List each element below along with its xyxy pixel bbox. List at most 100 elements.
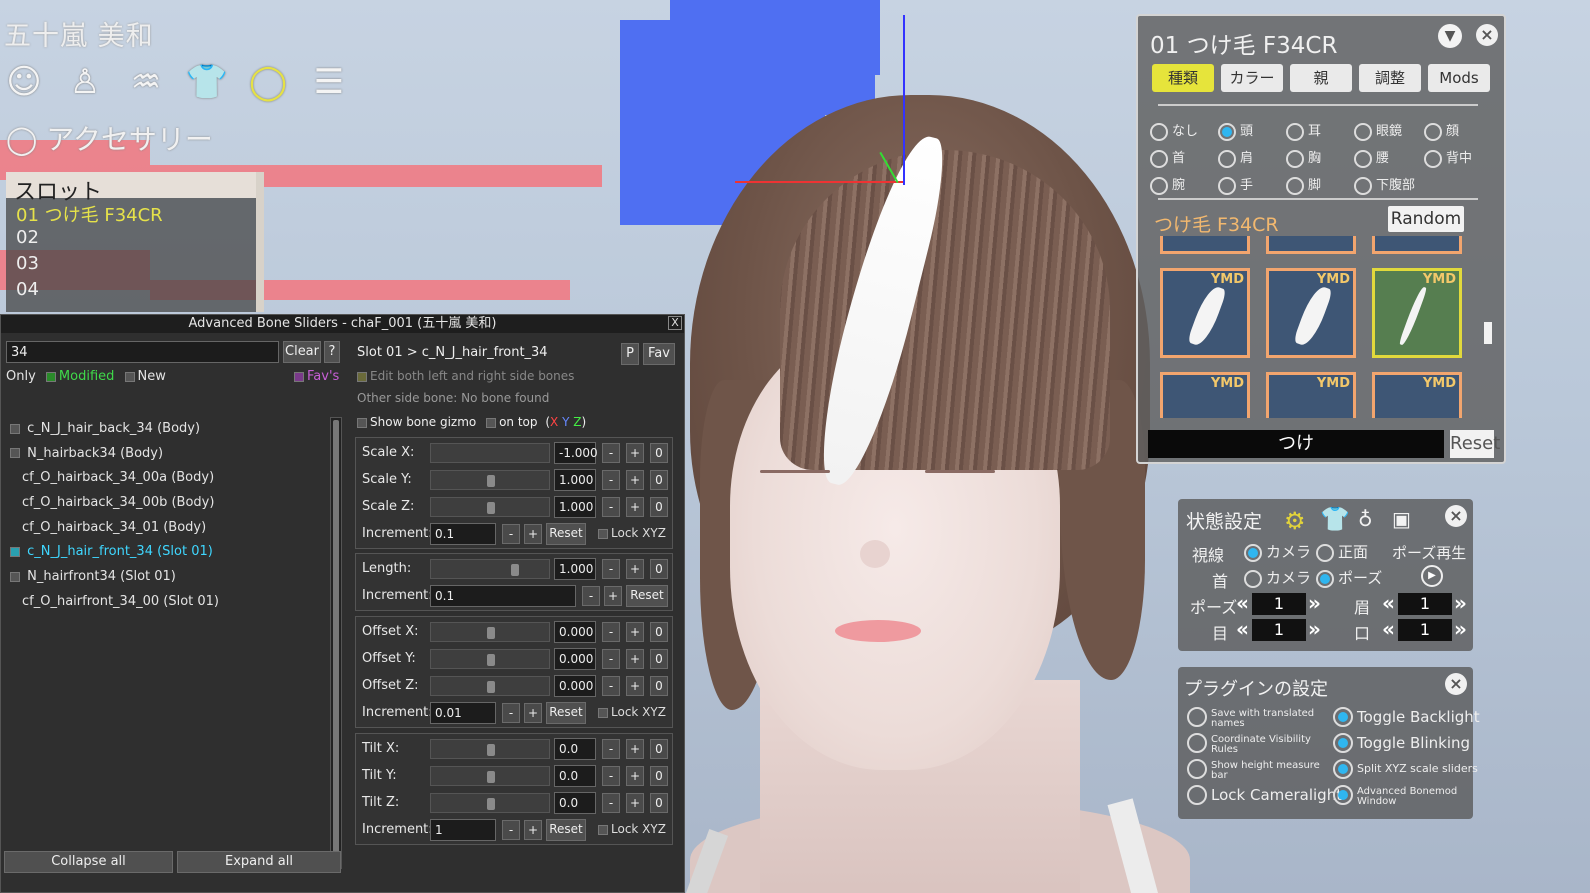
slot-item[interactable]: 02 <box>6 224 264 250</box>
face-icon[interactable]: ☺ <box>4 60 44 104</box>
item-thumbnail[interactable]: YMD <box>1160 268 1250 358</box>
prev-arrow-icon[interactable]: « <box>1236 591 1249 615</box>
item-thumbnail-selected[interactable]: YMD <box>1372 268 1462 358</box>
plugin-toggle[interactable]: Advanced Bonemod Window <box>1333 785 1471 807</box>
decrement-button[interactable]: - <box>502 820 520 840</box>
increment-button[interactable]: + <box>626 559 644 579</box>
tab-adjust[interactable]: 調整 <box>1359 64 1421 92</box>
prev-arrow-icon[interactable]: « <box>1382 617 1395 641</box>
increment-button[interactable]: + <box>626 497 644 517</box>
decrement-button[interactable]: - <box>582 586 600 606</box>
close-icon[interactable]: × <box>1445 673 1467 695</box>
slider-handle[interactable] <box>487 475 495 487</box>
gizmo-x-axis[interactable] <box>735 181 905 183</box>
zero-button[interactable]: 0 <box>650 559 668 579</box>
next-arrow-icon[interactable]: » <box>1308 617 1321 641</box>
length-increment-input[interactable]: 0.1 <box>430 585 576 607</box>
zero-button[interactable]: 0 <box>650 497 668 517</box>
decrement-button[interactable]: - <box>602 649 620 669</box>
slot-item[interactable]: 03 <box>6 250 264 276</box>
tree-row-selected[interactable]: c_N_J_hair_front_34 (Slot 01) <box>4 540 334 565</box>
parent-radio[interactable]: 胸 <box>1286 147 1321 168</box>
mouth-number[interactable]: 1 <box>1398 619 1452 641</box>
brow-number[interactable]: 1 <box>1398 593 1452 615</box>
tree-row[interactable]: cf_O_hairfront_34_00 (Slot 01) <box>4 590 334 615</box>
expand-toggle[interactable] <box>10 571 20 582</box>
zero-button[interactable]: 0 <box>650 676 668 696</box>
tab-color[interactable]: カラー <box>1221 64 1283 92</box>
favs-checkbox[interactable] <box>294 371 304 382</box>
tree-row[interactable]: N_hairback34 (Body) <box>4 442 334 467</box>
plugin-toggle[interactable]: Lock Cameralight <box>1187 785 1342 807</box>
gear-icon[interactable]: ⚙ <box>1284 507 1306 535</box>
item-thumbnail[interactable] <box>1266 236 1356 254</box>
zero-button[interactable]: 0 <box>650 649 668 669</box>
hair-icon[interactable]: ♒ <box>126 60 166 104</box>
increment-button[interactable]: + <box>524 820 542 840</box>
decrement-button[interactable]: - <box>602 497 620 517</box>
accessory-ring-icon[interactable]: ◯ <box>248 60 288 104</box>
next-arrow-icon[interactable]: » <box>1454 617 1467 641</box>
next-arrow-icon[interactable]: » <box>1308 591 1321 615</box>
tilt-z-slider[interactable] <box>430 793 550 813</box>
tab-parent[interactable]: 親 <box>1290 64 1352 92</box>
increment-button[interactable]: + <box>626 676 644 696</box>
increment-button[interactable]: + <box>626 793 644 813</box>
slot-item[interactable]: 04 <box>6 276 264 302</box>
scale-x-slider[interactable] <box>430 443 550 463</box>
help-button[interactable]: ? <box>324 341 340 363</box>
body-icon[interactable]: ♙ <box>65 60 105 104</box>
plugin-toggle[interactable]: Toggle Blinking <box>1333 733 1471 755</box>
length-slider[interactable] <box>430 559 550 579</box>
increment-button[interactable]: + <box>626 649 644 669</box>
zero-button[interactable]: 0 <box>650 443 668 463</box>
edit-both-option[interactable]: Edit both left and right side bones <box>357 369 574 383</box>
clear-button[interactable]: Clear <box>283 341 321 363</box>
on-top-checkbox[interactable] <box>486 417 497 428</box>
scroll-thumb[interactable] <box>333 420 339 866</box>
item-thumbnail[interactable]: YMD <box>1266 372 1356 418</box>
lock-xyz-option[interactable]: Lock XYZ <box>598 822 666 836</box>
offset-x-value[interactable]: 0.000 <box>554 621 596 643</box>
parent-radio[interactable]: 腰 <box>1354 147 1389 168</box>
tree-row[interactable]: cf_O_hairback_34_00a (Body) <box>4 466 334 491</box>
parent-radio[interactable]: 顔 <box>1424 120 1459 141</box>
favs-filter[interactable]: Fav's <box>294 369 339 384</box>
lock-xyz-checkbox[interactable] <box>598 528 608 539</box>
light-icon[interactable]: ♁ <box>1358 507 1373 531</box>
parent-radio[interactable]: なし <box>1150 120 1198 141</box>
zero-button[interactable]: 0 <box>650 622 668 642</box>
item-thumbnail[interactable] <box>1160 236 1250 254</box>
parent-radio[interactable]: 背中 <box>1424 147 1472 168</box>
parent-radio[interactable]: 眼鏡 <box>1354 120 1402 141</box>
expand-toggle[interactable] <box>10 448 20 459</box>
tab-mods[interactable]: Mods <box>1428 64 1490 92</box>
tree-row[interactable]: c_N_J_hair_back_34 (Body) <box>4 417 334 442</box>
neck-pose-radio[interactable]: ポーズ <box>1316 567 1382 588</box>
scale-y-slider[interactable] <box>430 470 550 490</box>
increment-button[interactable]: + <box>626 470 644 490</box>
expand-toggle[interactable] <box>10 546 20 557</box>
slider-handle[interactable] <box>487 681 495 693</box>
reset-button[interactable]: Reset <box>546 819 586 841</box>
filter-input[interactable]: つけ <box>1148 430 1444 458</box>
tilt-x-value[interactable]: 0.0 <box>554 738 596 760</box>
parent-radio[interactable]: 耳 <box>1286 120 1321 141</box>
decrement-button[interactable]: - <box>602 739 620 759</box>
length-value[interactable]: 1.000 <box>554 558 596 580</box>
collapse-chevron-icon[interactable]: ▼ <box>1438 24 1462 48</box>
decrement-button[interactable]: - <box>502 703 520 723</box>
prev-arrow-icon[interactable]: « <box>1236 617 1249 641</box>
lock-xyz-option[interactable]: Lock XYZ <box>598 526 666 540</box>
clothing-icon[interactable]: 👕 <box>1320 505 1350 533</box>
new-checkbox[interactable] <box>124 371 135 382</box>
increment-button[interactable]: + <box>626 766 644 786</box>
offset-y-slider[interactable] <box>430 649 550 669</box>
plugin-toggle[interactable]: Split XYZ scale sliders <box>1333 759 1478 781</box>
reset-button[interactable]: Reset <box>626 585 668 607</box>
plugin-toggle[interactable]: Coordinate Visibility Rules <box>1187 733 1327 755</box>
zero-button[interactable]: 0 <box>650 793 668 813</box>
increment-button[interactable]: + <box>626 622 644 642</box>
tab-type[interactable]: 種類 <box>1152 64 1214 92</box>
list-icon[interactable]: ☰ <box>309 60 349 104</box>
